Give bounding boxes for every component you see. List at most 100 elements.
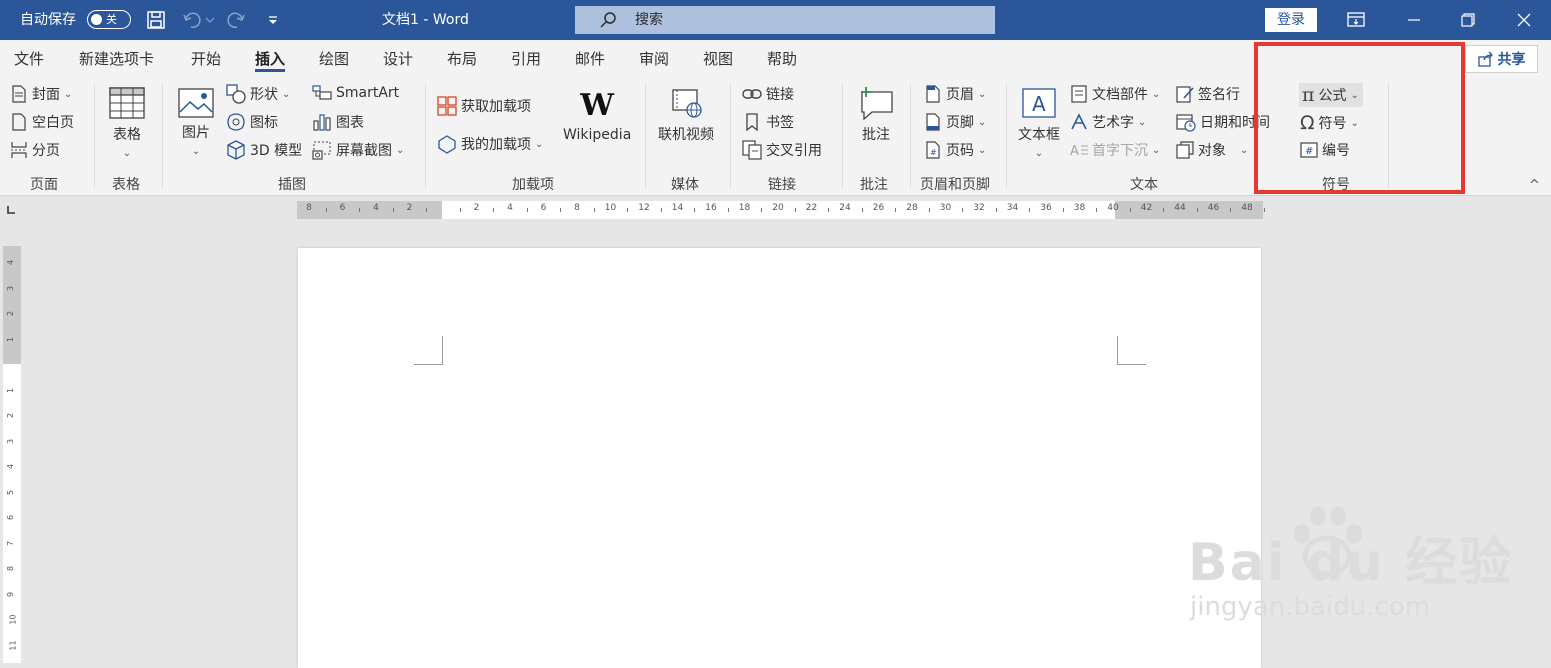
chart-button[interactable]: 图表 [312,112,364,132]
ruler-label: 30 [939,203,952,213]
horizontal-ruler[interactable]: 8 6 4 2 2 4 6 8 10 12 14 16 18 20 22 24 26 28 30 32 34 36 38 40… [297,201,1265,219]
separator [94,84,95,188]
minimize-icon[interactable] [1391,0,1437,40]
quick-parts-icon [1070,85,1088,103]
text-box-icon: A [1019,86,1059,120]
separator [425,84,426,188]
tab-insert[interactable]: 插入 [255,40,286,78]
page-break-icon [10,141,28,159]
ruler-label: 4 [507,203,513,213]
ruler-tick [426,208,428,212]
chart-label: 图表 [336,115,364,131]
tab-file[interactable]: 文件 [14,40,44,78]
ruler-label: 42 [1140,203,1153,213]
link-button[interactable]: 链接 [742,84,794,104]
share-button[interactable]: 共享 [1465,45,1538,73]
page-break-button[interactable]: 分页 [10,140,60,160]
tab-design[interactable]: 设计 [383,40,413,78]
document-page[interactable] [298,248,1261,668]
search-box[interactable]: 搜索 [575,6,995,34]
text-box-button[interactable]: A 文本框 ⌄ [1018,86,1060,159]
ruler-tick [392,208,394,212]
vertical-ruler[interactable]: 4 3 2 1 1 2 3 4 5 6 7 8 9 10 11 [3,246,21,663]
ruler-tick [1163,208,1165,212]
vruler-label: 8 [6,565,16,572]
close-icon[interactable] [1501,0,1547,40]
ruler-label: 36 [1040,203,1052,213]
page-number-button[interactable]: # 页码 ⌄ [924,140,986,160]
my-addins-button[interactable]: 我的加载项 ⌄ [437,134,543,154]
tab-home[interactable]: 开始 [191,40,221,78]
header-label: 页眉 [946,87,974,103]
ruler-label: 22 [805,203,818,213]
text-box-label: 文本框 [1018,127,1060,143]
tab-review[interactable]: 审阅 [639,40,669,78]
toggle-knob [91,14,102,25]
ruler-tick [593,208,595,212]
undo-icon[interactable] [182,10,216,30]
footer-button[interactable]: 页脚 ⌄ [924,112,986,132]
ruler-label: 8 [306,203,312,213]
picture-label: 图片 [182,125,210,141]
redo-icon[interactable] [226,10,248,30]
smartart-button[interactable]: SmartArt [312,84,399,102]
signature-line-button[interactable]: 签名行 [1176,84,1240,104]
group-label-comments: 批注 [860,177,888,193]
ruler-tick [727,208,729,212]
quick-parts-label: 文档部件 [1092,87,1148,103]
ruler-label: 26 [872,203,885,213]
separator [842,84,843,188]
3d-model-button[interactable]: 3D 模型 [226,140,302,160]
table-button[interactable]: 表格 ⌄ [108,86,146,159]
comment-button[interactable]: 批注 [858,86,894,144]
ruler-label: 6 [339,203,346,213]
restore-icon[interactable] [1445,0,1491,40]
tab-selector[interactable] [0,196,26,222]
ribbon-display-options-icon[interactable] [1333,0,1379,40]
drop-cap-button[interactable]: A 首字下沉 ⌄ [1070,140,1160,160]
cross-reference-icon [742,140,762,160]
blank-page-button[interactable]: 空白页 [10,112,74,132]
ruler-label: 24 [839,203,851,213]
tab-layout[interactable]: 布局 [447,40,477,78]
screenshot-button[interactable]: 屏幕截图 ⌄ [312,140,404,160]
cross-reference-label: 交叉引用 [766,143,822,159]
tab-help[interactable]: 帮助 [767,40,797,78]
header-button[interactable]: 页眉 ⌄ [924,84,986,104]
tab-new[interactable]: 新建选项卡 [79,40,154,78]
link-icon [742,86,762,102]
tab-references[interactable]: 引用 [511,40,541,78]
object-button[interactable]: 对象 ⌄ [1176,140,1248,160]
wikipedia-button[interactable]: W Wikipedia [563,88,631,143]
online-video-button[interactable]: 联机视频 [658,88,714,144]
cover-page-button[interactable]: 封面 ⌄ [10,84,72,104]
autosave-toggle[interactable]: 关 [87,10,131,29]
chart-icon [312,113,332,131]
object-icon [1176,141,1194,159]
tab-mailings[interactable]: 邮件 [575,40,605,78]
wordart-button[interactable]: 艺术字 ⌄ [1070,112,1146,132]
tab-draw[interactable]: 绘图 [319,40,349,78]
ruler-tick [325,208,327,212]
ruler-tick [995,208,997,212]
collapse-ribbon-icon[interactable]: ^ [1529,178,1540,193]
svg-text:#: # [930,148,937,157]
customize-qat-icon[interactable] [266,12,280,28]
ruler-tick [1029,208,1031,212]
picture-button[interactable]: 图片 ⌄ [178,88,214,157]
icons-button[interactable]: 图标 [226,112,278,132]
ruler-label: 40 [1107,203,1119,213]
tab-view[interactable]: 视图 [703,40,733,78]
group-label-media: 媒体 [671,177,699,193]
ruler-label: 2 [473,203,480,213]
save-icon[interactable] [146,10,166,30]
quick-parts-button[interactable]: 文档部件 ⌄ [1070,84,1160,104]
login-button[interactable]: 登录 [1265,8,1317,32]
get-addins-button[interactable]: 获取加载项 [437,96,531,116]
watermark-url: jingyan.baidu.com [1190,592,1430,622]
cross-reference-button[interactable]: 交叉引用 [742,140,822,160]
shapes-button[interactable]: 形状 ⌄ [226,84,290,104]
bookmark-button[interactable]: 书签 [742,112,794,132]
screenshot-label: 屏幕截图 [336,143,392,159]
autosave-state: 关 [106,13,117,26]
